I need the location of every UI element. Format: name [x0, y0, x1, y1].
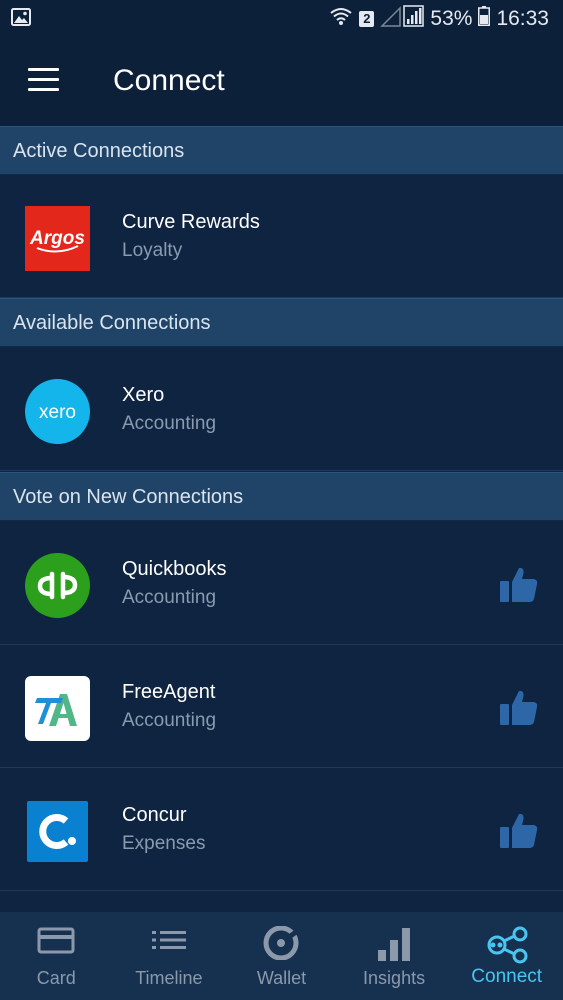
- connection-title: Xero: [122, 384, 165, 406]
- thumbs-up-icon[interactable]: [499, 810, 539, 850]
- nav-label: Insights: [363, 968, 426, 988]
- connection-row-curve-rewards[interactable]: Argos Curve Rewards Loyalty: [0, 175, 563, 298]
- connection-subtitle: Expenses: [122, 833, 206, 854]
- concur-logo: [25, 799, 90, 864]
- xero-logo: xero: [25, 379, 90, 444]
- wallet-icon: [262, 925, 300, 965]
- nav-wallet[interactable]: Wallet: [225, 912, 338, 1000]
- freeagent-logo: [25, 676, 90, 741]
- quickbooks-logo: [25, 553, 90, 618]
- hamburger-menu-icon[interactable]: [28, 68, 59, 92]
- nav-insights[interactable]: Insights: [338, 912, 451, 1000]
- battery-icon: [478, 6, 491, 32]
- thumbs-up-icon[interactable]: [499, 687, 539, 727]
- nav-label: Connect: [471, 966, 543, 987]
- nav-card[interactable]: Card: [0, 912, 113, 1000]
- card-icon: [37, 926, 75, 959]
- nav-label: Wallet: [256, 968, 307, 988]
- page-title: Connect: [113, 64, 225, 97]
- status-bar: 2 53% 16:33: [0, 0, 563, 38]
- connection-subtitle: Loyalty: [122, 240, 183, 261]
- argos-logo: Argos: [25, 206, 90, 271]
- connection-subtitle: Accounting: [122, 587, 217, 608]
- svg-text:xero: xero: [39, 402, 76, 423]
- nav-timeline[interactable]: Timeline: [113, 912, 226, 1000]
- vote-row-concur: Concur Expenses: [0, 768, 563, 891]
- timeline-icon: [150, 926, 188, 959]
- connection-title: Curve Rewards: [122, 211, 260, 233]
- vote-row-quickbooks: Quickbooks Accounting: [0, 522, 563, 645]
- connection-title: FreeAgent: [122, 681, 216, 703]
- section-header-available: Available Connections: [0, 298, 563, 347]
- section-header-active: Active Connections: [0, 126, 563, 175]
- connection-title: Concur: [122, 804, 187, 826]
- vote-row-freeagent: FreeAgent Accounting: [0, 645, 563, 768]
- battery-percent: 53%: [430, 7, 473, 30]
- app-bar: Connect: [0, 38, 563, 126]
- insights-icon: [375, 926, 413, 967]
- clock: 16:33: [496, 7, 549, 30]
- connect-share-icon: [485, 926, 529, 969]
- image-notification-icon: [11, 8, 31, 31]
- connection-title: Quickbooks: [122, 558, 227, 580]
- connection-subtitle: Accounting: [122, 413, 217, 434]
- thumbs-up-icon[interactable]: [499, 564, 539, 604]
- nav-connect[interactable]: Connect: [450, 912, 563, 1000]
- wifi-icon: [329, 6, 353, 32]
- nav-label: Card: [36, 968, 76, 988]
- sim-badge: 2: [359, 11, 375, 27]
- connection-subtitle: Accounting: [122, 710, 217, 731]
- signal-icon: [380, 5, 425, 33]
- connection-row-xero[interactable]: xero Xero Accounting: [0, 348, 563, 471]
- bottom-nav: Card Timeline Wallet Insights Connect: [0, 912, 563, 1000]
- section-header-vote: Vote on New Connections: [0, 472, 563, 521]
- nav-label: Timeline: [135, 968, 203, 988]
